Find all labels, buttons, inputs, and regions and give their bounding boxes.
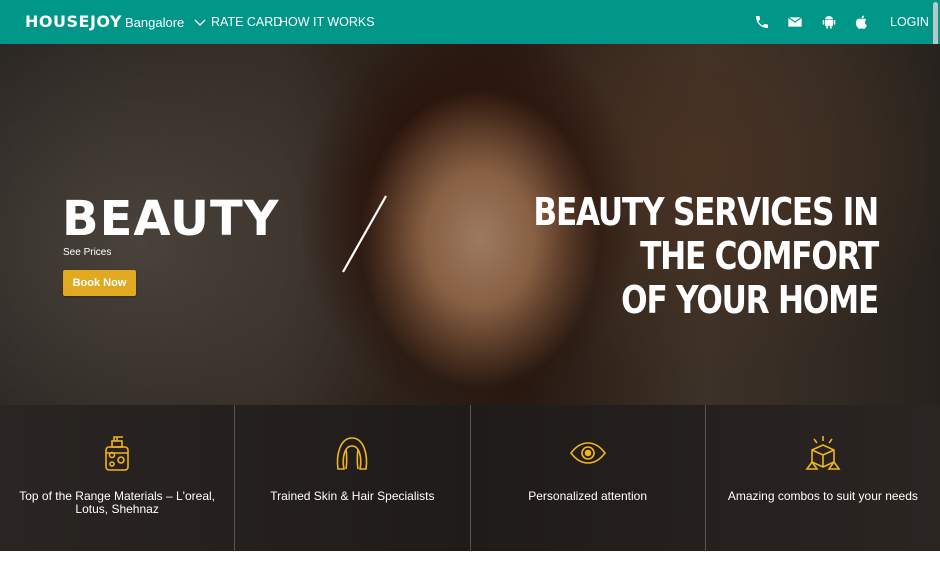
city-selector[interactable]: Bangalore	[125, 15, 206, 30]
nav-how-it-works[interactable]: HOW IT WORKS	[279, 15, 375, 29]
hero-banner: BEAUTY See Prices Book Now BEAUTY SERVIC…	[0, 44, 940, 405]
features-strip: Top of the Range Materials – L'oreal, Lo…	[0, 405, 940, 551]
city-label: Bangalore	[125, 15, 185, 30]
logo[interactable]: HOUSEJOY	[25, 12, 122, 31]
feature-text: Amazing combos to suit your needs	[727, 489, 918, 503]
beauty-products-icon	[105, 436, 129, 471]
mail-icon[interactable]	[787, 14, 803, 30]
feature-materials: Top of the Range Materials – L'oreal, Lo…	[0, 405, 236, 551]
chevron-down-icon	[194, 19, 206, 26]
hero-tagline: BEAUTY SERVICES IN THE COMFORT OF YOUR H…	[493, 190, 879, 322]
book-now-button[interactable]: Book Now	[63, 270, 136, 296]
apple-icon[interactable]	[854, 14, 870, 30]
feature-text: Trained Skin & Hair Specialists	[270, 489, 435, 503]
eye-icon	[569, 442, 606, 464]
feature-text: Personalized attention	[528, 489, 647, 503]
combo-box-icon	[805, 436, 841, 470]
android-icon[interactable]	[821, 14, 837, 30]
tagline-line-2: OF YOUR HOME	[621, 278, 879, 322]
divider-slash	[342, 195, 387, 273]
nav-rate-card[interactable]: RATE CARD	[211, 15, 282, 29]
feature-combos: Amazing combos to suit your needs	[706, 405, 940, 551]
see-prices-link[interactable]: See Prices	[63, 247, 111, 258]
feature-specialists: Trained Skin & Hair Specialists	[235, 405, 471, 551]
feature-attention: Personalized attention	[471, 405, 706, 551]
top-nav-bar: HOUSEJOY Bangalore RATE CARD HOW IT WORK…	[0, 0, 940, 44]
login-link[interactable]: LOGIN	[890, 15, 929, 29]
hair-icon	[337, 437, 368, 470]
feature-text: Top of the Range Materials – L'oreal, Lo…	[19, 489, 215, 516]
tagline-line-1: BEAUTY SERVICES IN THE COMFORT	[533, 190, 879, 278]
hero-title: BEAUTY	[62, 191, 280, 247]
phone-icon[interactable]	[754, 14, 770, 30]
